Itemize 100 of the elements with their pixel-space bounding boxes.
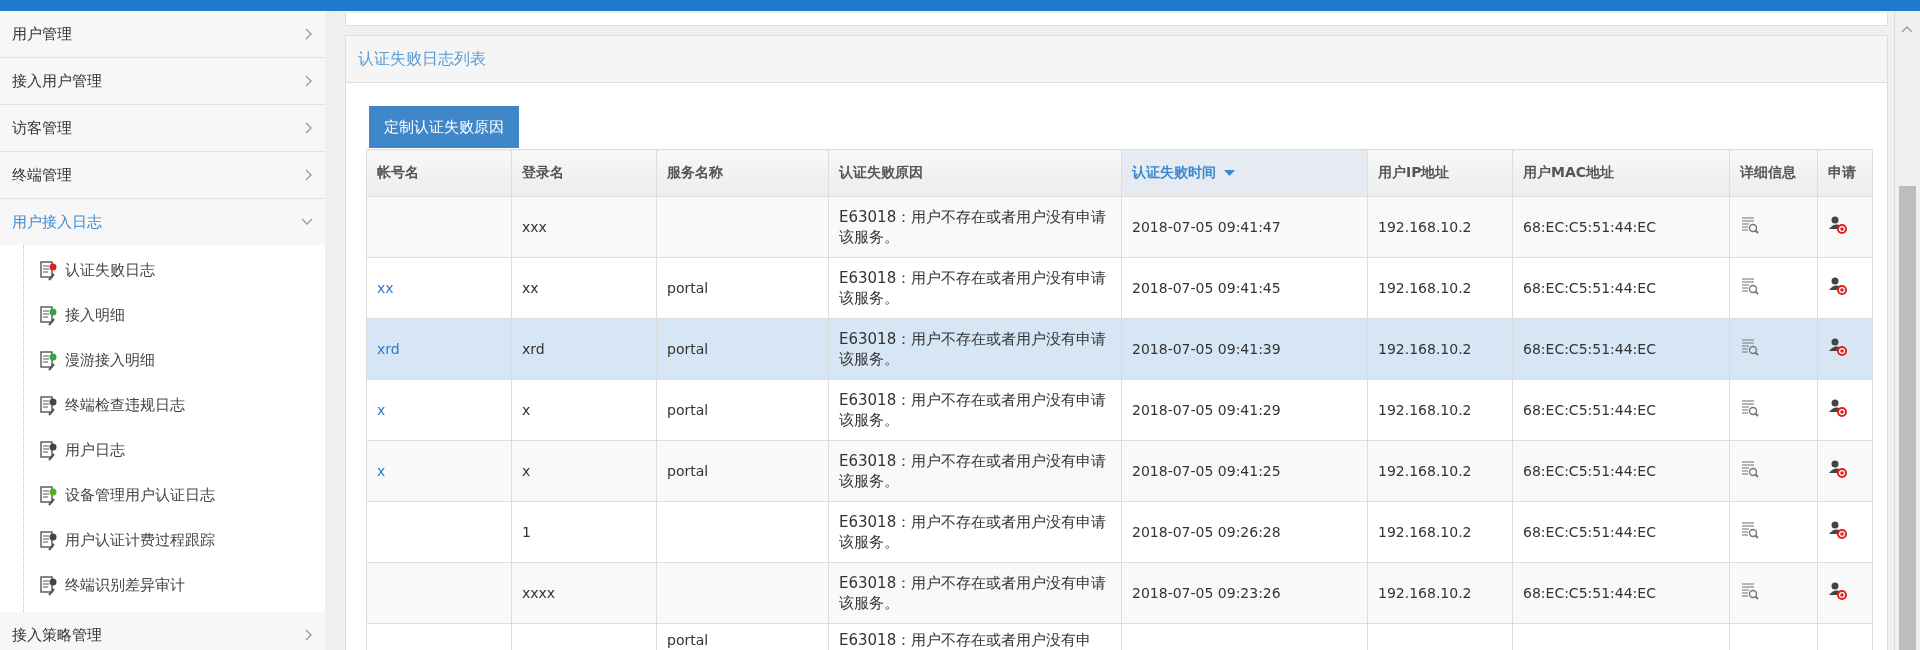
detail-list-search-icon[interactable] [1740, 397, 1760, 418]
sidebar-subitem[interactable]: 终端检查违规日志 [0, 383, 325, 428]
table-cell: 2018-07-05 09:41:47 [1132, 219, 1281, 235]
user-alert-icon[interactable] [1828, 336, 1848, 357]
table-row[interactable]: xxxx E63018：用户不存在或者用户没有申请该服务。 2018-07-05 09:23:26 192.168.10.2 68:EC:C5:51:44:EC [366, 562, 1873, 624]
log-document-icon [40, 530, 58, 551]
subitem-label: 设备管理用户认证日志 [65, 486, 215, 505]
table-cell: 2018-07-05 09:41:25 [1132, 463, 1281, 479]
sidebar-subitem[interactable]: 接入明细 [0, 293, 325, 338]
subitem-label: 漫游接入明细 [65, 351, 155, 370]
table-cell: portal [667, 632, 709, 648]
subitem-label: 接入明细 [65, 306, 125, 325]
table-cell: 192.168.10.2 [1378, 219, 1472, 235]
chevron-right-icon [305, 629, 313, 641]
detail-list-search-icon[interactable] [1740, 458, 1760, 479]
detail-list-search-icon[interactable] [1740, 519, 1760, 540]
scroll-up-icon[interactable] [1901, 25, 1913, 33]
sidebar-subitem[interactable]: 终端识别差异审计 [0, 563, 325, 608]
table-cell: E63018：用户不存在或者用户没有申请该服务。 [839, 208, 1107, 246]
account-link[interactable]: xx [377, 280, 394, 296]
table-cell: 68:EC:C5:51:44:EC [1523, 341, 1656, 357]
log-document-icon [40, 305, 58, 326]
table-row[interactable]: portal E63018：用户不存在或者用户没有申 [366, 623, 1873, 650]
table-cell: 192.168.10.2 [1378, 280, 1472, 296]
table-cell: 68:EC:C5:51:44:EC [1523, 463, 1656, 479]
user-alert-icon[interactable] [1828, 458, 1848, 479]
table-cell: E63018：用户不存在或者用户没有申请该服务。 [839, 452, 1107, 490]
sidebar-subitem[interactable]: 漫游接入明细 [0, 338, 325, 383]
user-alert-icon[interactable] [1828, 519, 1848, 540]
account-link[interactable]: x [377, 402, 386, 418]
table-cell: 2018-07-05 09:41:39 [1132, 341, 1281, 357]
table-cell: 68:EC:C5:51:44:EC [1523, 402, 1656, 418]
column-header[interactable]: 用户MAC地址 [1512, 149, 1730, 197]
table-row[interactable]: 1 E63018：用户不存在或者用户没有申请该服务。 2018-07-05 09:26:28 192.168.10.2 68:EC:C5:51:44:EC [366, 501, 1873, 563]
table-row[interactable]: x x portal E63018：用户不存在或者用户没有申请该服务。 2018-07-05 09:41:29 192.168.10.2 68:EC:C5:51:44:EC [366, 379, 1873, 441]
table-row[interactable]: xx xx portal E63018：用户不存在或者用户没有申请该服务。 2018-07-05 09:41:45 192.168.10.2 68:EC:C5:51:44:EC [366, 257, 1873, 319]
sidebar-subitem[interactable]: 用户认证计费过程跟踪 [0, 518, 325, 563]
subitem-label: 认证失败日志 [65, 261, 155, 280]
log-document-icon [40, 350, 58, 371]
user-alert-icon[interactable] [1828, 275, 1848, 296]
table-cell: x [522, 402, 531, 418]
table-cell: E63018：用户不存在或者用户没有申请该服务。 [839, 330, 1107, 368]
table-cell: 68:EC:C5:51:44:EC [1523, 280, 1656, 296]
chevron-right-icon [305, 75, 313, 87]
table-cell: E63018：用户不存在或者用户没有申请该服务。 [839, 391, 1107, 429]
table-cell: portal [667, 463, 709, 479]
subitem-label: 用户日志 [65, 441, 125, 460]
subitem-label: 用户认证计费过程跟踪 [65, 531, 215, 550]
column-header[interactable]: 详细信息 [1729, 149, 1818, 197]
log-document-icon [40, 260, 58, 281]
table-row[interactable]: x x portal E63018：用户不存在或者用户没有申请该服务。 2018-07-05 09:41:25 192.168.10.2 68:EC:C5:51:44:EC [366, 440, 1873, 502]
column-header[interactable]: 帐号名 [366, 149, 512, 197]
user-alert-icon[interactable] [1828, 214, 1848, 235]
detail-list-search-icon[interactable] [1740, 275, 1760, 296]
sidebar-subitem[interactable]: 设备管理用户认证日志 [0, 473, 325, 518]
subitem-label: 终端检查违规日志 [65, 396, 185, 415]
detail-list-search-icon[interactable] [1740, 580, 1760, 601]
table-cell: 192.168.10.2 [1378, 341, 1472, 357]
column-header[interactable]: 用户IP地址 [1367, 149, 1513, 197]
chevron-right-icon [305, 28, 313, 40]
sidebar-subitem[interactable]: 认证失败日志 [0, 248, 325, 293]
chevron-right-icon [305, 169, 313, 181]
log-document-icon [40, 440, 58, 461]
sidebar-subitem[interactable]: 用户日志 [0, 428, 325, 473]
column-header[interactable]: 登录名 [511, 149, 657, 197]
table-cell: portal [667, 341, 709, 357]
table-cell: E63018：用户不存在或者用户没有申请该服务。 [839, 513, 1107, 551]
sidebar-item[interactable]: 用户接入日志 [0, 199, 325, 245]
chevron-down-icon [301, 218, 313, 226]
account-link[interactable]: xrd [377, 341, 400, 357]
column-header[interactable]: 申请 [1817, 149, 1873, 197]
panel-title: 认证失败日志列表 [358, 48, 486, 70]
detail-list-search-icon[interactable] [1740, 214, 1760, 235]
table-cell: xxx [522, 219, 547, 235]
table-cell: E63018：用户不存在或者用户没有申 [839, 631, 1092, 649]
table-cell: 2018-07-05 09:23:26 [1132, 585, 1281, 601]
table-row[interactable]: xxx E63018：用户不存在或者用户没有申请该服务。 2018-07-05 09:41:47 192.168.10.2 68:EC:C5:51:44:EC [366, 196, 1873, 258]
column-header[interactable]: 服务名称 [656, 149, 829, 197]
table-row[interactable]: xrd xrd portal E63018：用户不存在或者用户没有申请该服务。 2018-07-05 09:41:39 192.168.10.2 68:EC:C5:51:44:EC [366, 318, 1873, 380]
table-cell: 2018-07-05 09:26:28 [1132, 524, 1281, 540]
user-alert-icon[interactable] [1828, 580, 1848, 601]
customize-reason-button[interactable]: 定制认证失败原因 [369, 106, 519, 148]
log-document-icon [40, 395, 58, 416]
table-cell: 68:EC:C5:51:44:EC [1523, 524, 1656, 540]
subitem-label: 终端识别差异审计 [65, 576, 185, 595]
column-header[interactable]: 认证失败原因 [828, 149, 1122, 197]
table-cell: 2018-07-05 09:41:45 [1132, 280, 1281, 296]
account-link[interactable]: x [377, 463, 386, 479]
detail-list-search-icon[interactable] [1740, 336, 1760, 357]
sort-caret-icon [1224, 169, 1235, 177]
chevron-right-icon [305, 122, 313, 134]
user-alert-icon[interactable] [1828, 397, 1848, 418]
log-document-icon [40, 485, 58, 506]
table-cell: E63018：用户不存在或者用户没有申请该服务。 [839, 269, 1107, 307]
scrollbar-thumb[interactable] [1899, 186, 1916, 650]
table-cell: 68:EC:C5:51:44:EC [1523, 219, 1656, 235]
table-cell: xrd [522, 341, 545, 357]
table-cell: E63018：用户不存在或者用户没有申请该服务。 [839, 574, 1107, 612]
log-document-icon [40, 575, 58, 596]
table-cell: xx [522, 280, 539, 296]
